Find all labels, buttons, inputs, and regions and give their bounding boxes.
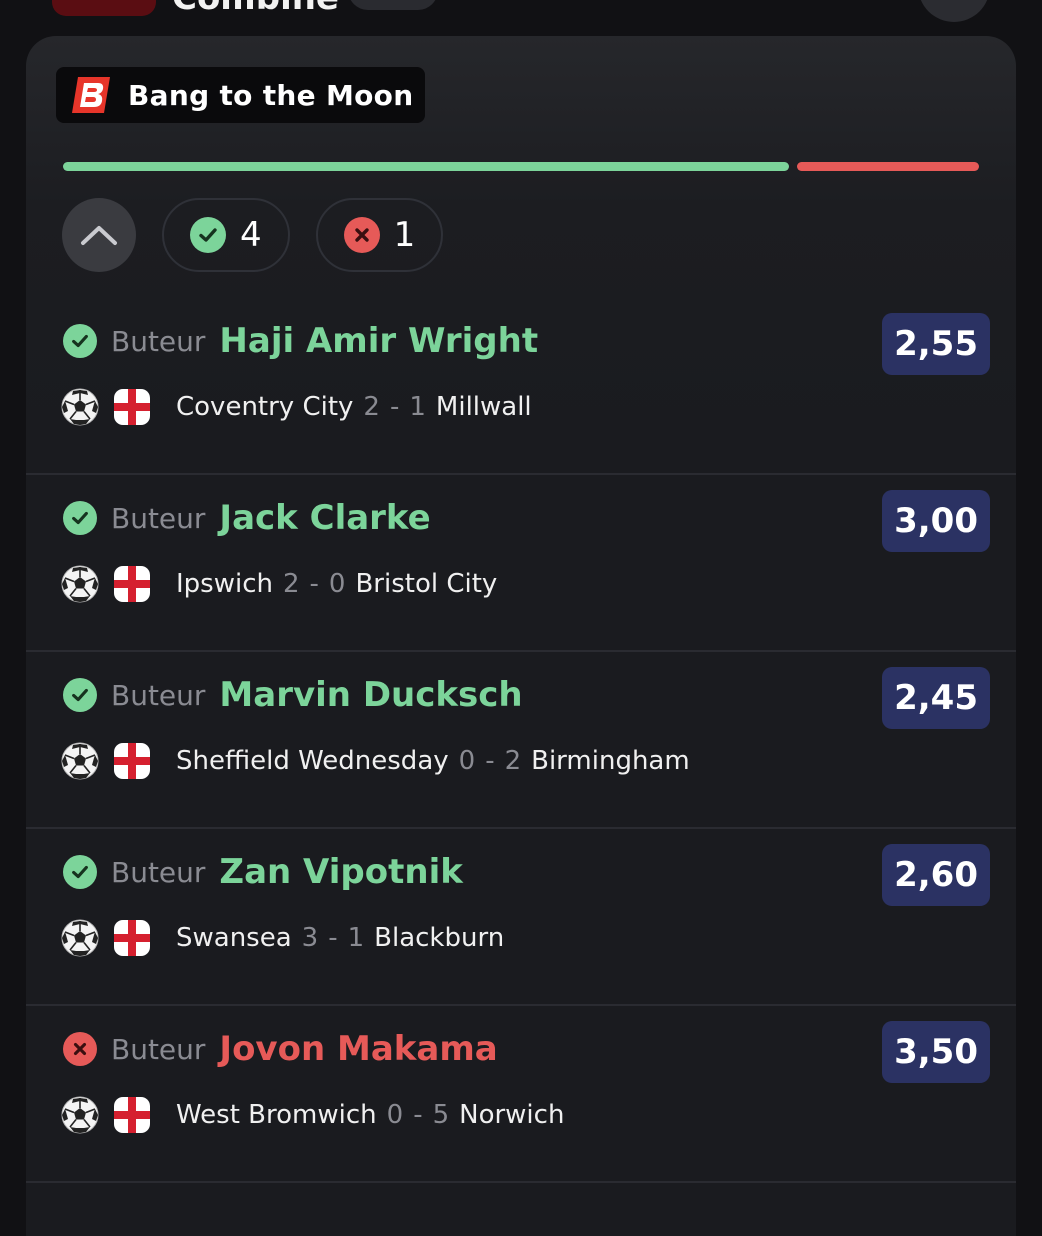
score-separator: - bbox=[309, 569, 319, 599]
player-name: Marvin Ducksch bbox=[219, 675, 523, 715]
player-name: Jack Clarke bbox=[219, 498, 431, 538]
progress-won-segment bbox=[63, 162, 790, 171]
bet-row[interactable]: Buteur Zan Vipotnik 2,60 Swansea 3-1 Blackbur… bbox=[26, 830, 1016, 1006]
bet-row[interactable]: Buteur Jovon Makama 3,50 West Bromwich 0-5 No… bbox=[26, 1007, 1016, 1183]
bet-header: Buteur Jovon Makama bbox=[63, 1029, 498, 1069]
odds-badge[interactable]: 2,60 bbox=[882, 844, 990, 906]
check-icon bbox=[63, 855, 97, 889]
check-icon bbox=[63, 501, 97, 535]
won-count-filter[interactable]: 4 bbox=[162, 198, 290, 272]
lost-count-filter[interactable]: 1 bbox=[315, 198, 444, 272]
bet-type: Buteur bbox=[111, 678, 206, 712]
bet-type: Buteur bbox=[111, 324, 206, 358]
bet-row[interactable]: Buteur Haji Amir Wright 2,55 Coventry City 2… bbox=[26, 299, 1016, 475]
odds-badge[interactable]: 2,55 bbox=[882, 313, 990, 375]
results-progress-bar bbox=[63, 162, 979, 171]
player-name: Haji Amir Wright bbox=[219, 321, 539, 361]
bet-type: Buteur bbox=[111, 501, 206, 535]
odds-badge[interactable]: 3,00 bbox=[882, 490, 990, 552]
bet-header: Buteur Jack Clarke bbox=[63, 498, 431, 538]
soccer-ball-icon bbox=[60, 1095, 114, 1135]
soccer-ball-icon bbox=[60, 918, 114, 958]
bet-ticket-card: Bang to the Moon 4 1 Buteur Haji Amir Wri… bbox=[26, 36, 1016, 1236]
away-score: 1 bbox=[347, 923, 365, 953]
score-separator: - bbox=[328, 923, 338, 953]
match-info: Sheffield Wednesday 0-2 Birmingham bbox=[60, 741, 690, 781]
collapse-button[interactable] bbox=[62, 198, 136, 272]
cross-icon bbox=[343, 217, 380, 253]
england-flag-icon bbox=[114, 920, 150, 956]
chevron-up-icon bbox=[81, 226, 117, 245]
away-score: 5 bbox=[432, 1100, 450, 1130]
soccer-ball-icon bbox=[60, 741, 114, 781]
away-team: Millwall bbox=[435, 392, 532, 422]
england-flag-icon bbox=[114, 1097, 150, 1133]
away-score: 2 bbox=[504, 746, 522, 776]
progress-lost-segment bbox=[797, 162, 979, 171]
england-flag-icon bbox=[114, 389, 150, 425]
home-score: 0 bbox=[386, 1100, 404, 1130]
cross-icon bbox=[63, 1032, 97, 1066]
match-info: West Bromwich 0-5 Norwich bbox=[60, 1095, 564, 1135]
away-team: Bristol City bbox=[355, 569, 498, 599]
ticket-controls: 4 1 bbox=[62, 198, 444, 272]
home-score: 2 bbox=[363, 392, 380, 422]
page-title: Combiné bbox=[172, 0, 339, 18]
home-score: 0 bbox=[458, 746, 476, 776]
match-info: Coventry City 2-1 Millwall bbox=[60, 387, 532, 427]
home-team: Coventry City bbox=[176, 392, 354, 422]
lost-count: 1 bbox=[393, 215, 416, 255]
bet-header: Buteur Zan Vipotnik bbox=[63, 852, 463, 892]
won-count: 4 bbox=[240, 215, 262, 255]
soccer-ball-icon bbox=[60, 564, 114, 604]
header-pill-button[interactable] bbox=[348, 0, 438, 10]
bet-type: Buteur bbox=[111, 855, 206, 889]
odds-badge[interactable]: 2,45 bbox=[882, 667, 990, 729]
odds-badge[interactable]: 3,50 bbox=[882, 1021, 990, 1083]
home-score: 3 bbox=[301, 923, 319, 953]
home-team: Sheffield Wednesday bbox=[176, 746, 449, 776]
home-team: Swansea bbox=[176, 923, 292, 953]
bang-logo-icon bbox=[72, 77, 110, 113]
bet-header: Buteur Haji Amir Wright bbox=[63, 321, 538, 361]
soccer-ball-icon bbox=[60, 387, 114, 427]
brand-badge: Bang to the Moon bbox=[56, 67, 426, 123]
away-team: Blackburn bbox=[374, 923, 505, 953]
england-flag-icon bbox=[114, 743, 150, 779]
home-score: 2 bbox=[282, 569, 300, 599]
away-team: Norwich bbox=[459, 1100, 565, 1130]
score-separator: - bbox=[485, 746, 495, 776]
match-info: Swansea 3-1 Blackburn bbox=[60, 918, 504, 958]
check-icon bbox=[190, 217, 226, 253]
score-separator: - bbox=[413, 1100, 423, 1130]
away-team: Birmingham bbox=[531, 746, 690, 776]
bet-row[interactable]: Buteur Marvin Ducksch 2,45 Sheffield Wednes… bbox=[26, 653, 1016, 829]
match-info: Ipswich 2-0 Bristol City bbox=[60, 564, 497, 604]
score-separator: - bbox=[389, 392, 400, 422]
top-bar: Combiné bbox=[0, 0, 1042, 30]
app-logo[interactable] bbox=[52, 0, 156, 16]
away-score: 0 bbox=[328, 569, 346, 599]
check-icon bbox=[63, 678, 97, 712]
brand-name: Bang to the Moon bbox=[128, 78, 414, 112]
player-name: Jovon Makama bbox=[219, 1029, 498, 1069]
check-icon bbox=[63, 324, 97, 358]
bet-row[interactable]: Buteur Jack Clarke 3,00 Ipswich 2-0 Bristol C… bbox=[26, 476, 1016, 652]
bet-type: Buteur bbox=[111, 1032, 206, 1066]
bet-header: Buteur Marvin Ducksch bbox=[63, 675, 523, 715]
england-flag-icon bbox=[114, 566, 150, 602]
home-team: Ipswich bbox=[176, 569, 273, 599]
away-score: 1 bbox=[409, 392, 426, 422]
player-name: Zan Vipotnik bbox=[219, 852, 463, 892]
header-menu-button[interactable] bbox=[918, 0, 990, 22]
home-team: West Bromwich bbox=[176, 1100, 377, 1130]
